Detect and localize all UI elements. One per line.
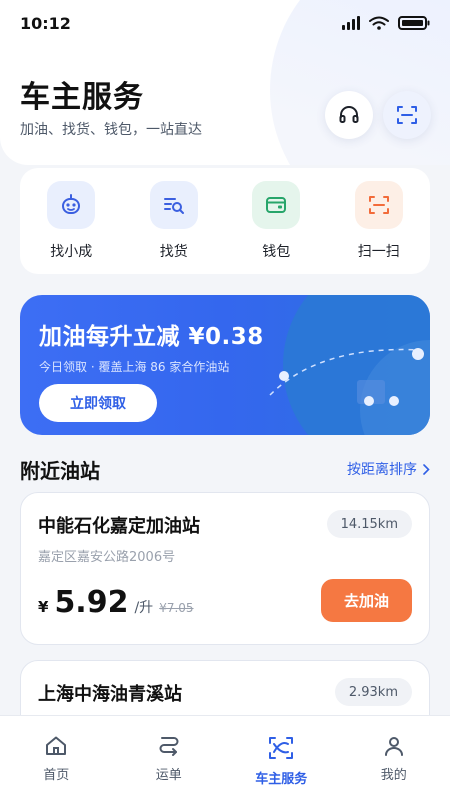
signal-icon [342,16,360,30]
quick-item-xiaocheng[interactable]: 找小成 [26,181,116,261]
nav-label: 运单 [155,768,182,783]
distance-badge: 14.15km [326,510,412,538]
quick-item-label: 钱包 [262,244,291,260]
quick-item-scan[interactable]: 扫一扫 [334,181,424,261]
quick-item-wallet[interactable]: 钱包 [231,181,321,261]
quick-item-find-cargo[interactable]: 找货 [129,181,219,261]
page-title: 车主服务 [20,80,144,115]
promo-subtitle: 今日领取 · 覆盖上海 86 家合作油站 [39,360,230,374]
wifi-icon [369,16,389,30]
station-name: 上海中海油青溪站 [38,684,182,705]
route-decoration-icon [269,348,424,406]
quick-icon-bg [47,181,96,229]
bottom-nav: 首页 运单 车主服务 我的 [0,716,450,800]
wallet-icon [266,197,287,213]
nav-label: 首页 [43,768,70,783]
claim-button[interactable]: 立即领取 [39,384,157,422]
robot-icon [62,194,81,214]
quick-icon-bg [149,181,198,229]
promo-banner[interactable]: 加油每升立减 ¥0.38 今日领取 · 覆盖上海 86 家合作油站 立即领取 [20,295,430,435]
nav-profile[interactable]: 我的 [349,734,439,783]
fuel-price: 5.92 [54,585,129,620]
status-bar: 10:12 [0,0,450,48]
battery-icon [398,16,430,30]
nav-waybill[interactable]: 运单 [124,734,214,783]
sort-label: 按距离排序 [347,462,417,478]
station-address: 嘉定区嘉安公路2006号 [38,550,176,565]
app-screen: 10:12 车主服务 加油、找货、钱包，一站直达 找小成 找货 钱包 扫一扫 加… [0,0,450,800]
scan-button[interactable] [383,91,431,139]
car-service-icon [269,737,294,759]
original-price: ¥7.05 [159,601,194,615]
distance-badge: 2.93km [334,678,412,706]
quick-menu: 找小成 找货 钱包 扫一扫 [20,168,430,274]
scan-icon [397,106,417,124]
sort-by-distance-link[interactable]: 按距离排序 [347,459,430,479]
nav-label: 车主服务 [255,772,308,787]
quick-item-label: 扫一扫 [357,244,400,260]
nav-label: 我的 [380,768,407,783]
promo-title: 加油每升立减 ¥0.38 [39,324,264,350]
quick-icon-bg [354,181,403,229]
station-card[interactable]: 中能石化嘉定加油站 14.15km 嘉定区嘉安公路2006号 ¥ 5.92 /升… [20,492,430,645]
support-button[interactable] [325,91,373,139]
price-unit: /升 [134,600,154,616]
user-icon [384,737,403,756]
quick-item-label: 找小成 [50,244,93,260]
chevron-right-icon [423,463,430,475]
refuel-button[interactable]: 去加油 [321,579,412,622]
quick-item-label: 找货 [159,244,188,260]
scan-icon [368,196,389,214]
header: 10:12 车主服务 加油、找货、钱包，一站直达 [0,0,450,165]
nav-home[interactable]: 首页 [11,734,101,783]
status-time: 10:12 [20,14,71,33]
page-subtitle: 加油、找货、钱包，一站直达 [20,122,202,138]
station-name: 中能石化嘉定加油站 [38,516,200,537]
currency-symbol: ¥ [38,598,49,616]
home-icon [46,736,67,755]
search-list-icon [163,198,184,214]
price-row: ¥ 5.92 /升 ¥7.05 [38,585,194,620]
status-icons [342,16,430,30]
route-icon [159,737,179,756]
headset-icon [339,106,359,123]
nearby-title: 附近油站 [20,459,100,483]
nav-car-service[interactable]: 车主服务 [236,734,326,787]
quick-icon-bg [252,181,301,229]
